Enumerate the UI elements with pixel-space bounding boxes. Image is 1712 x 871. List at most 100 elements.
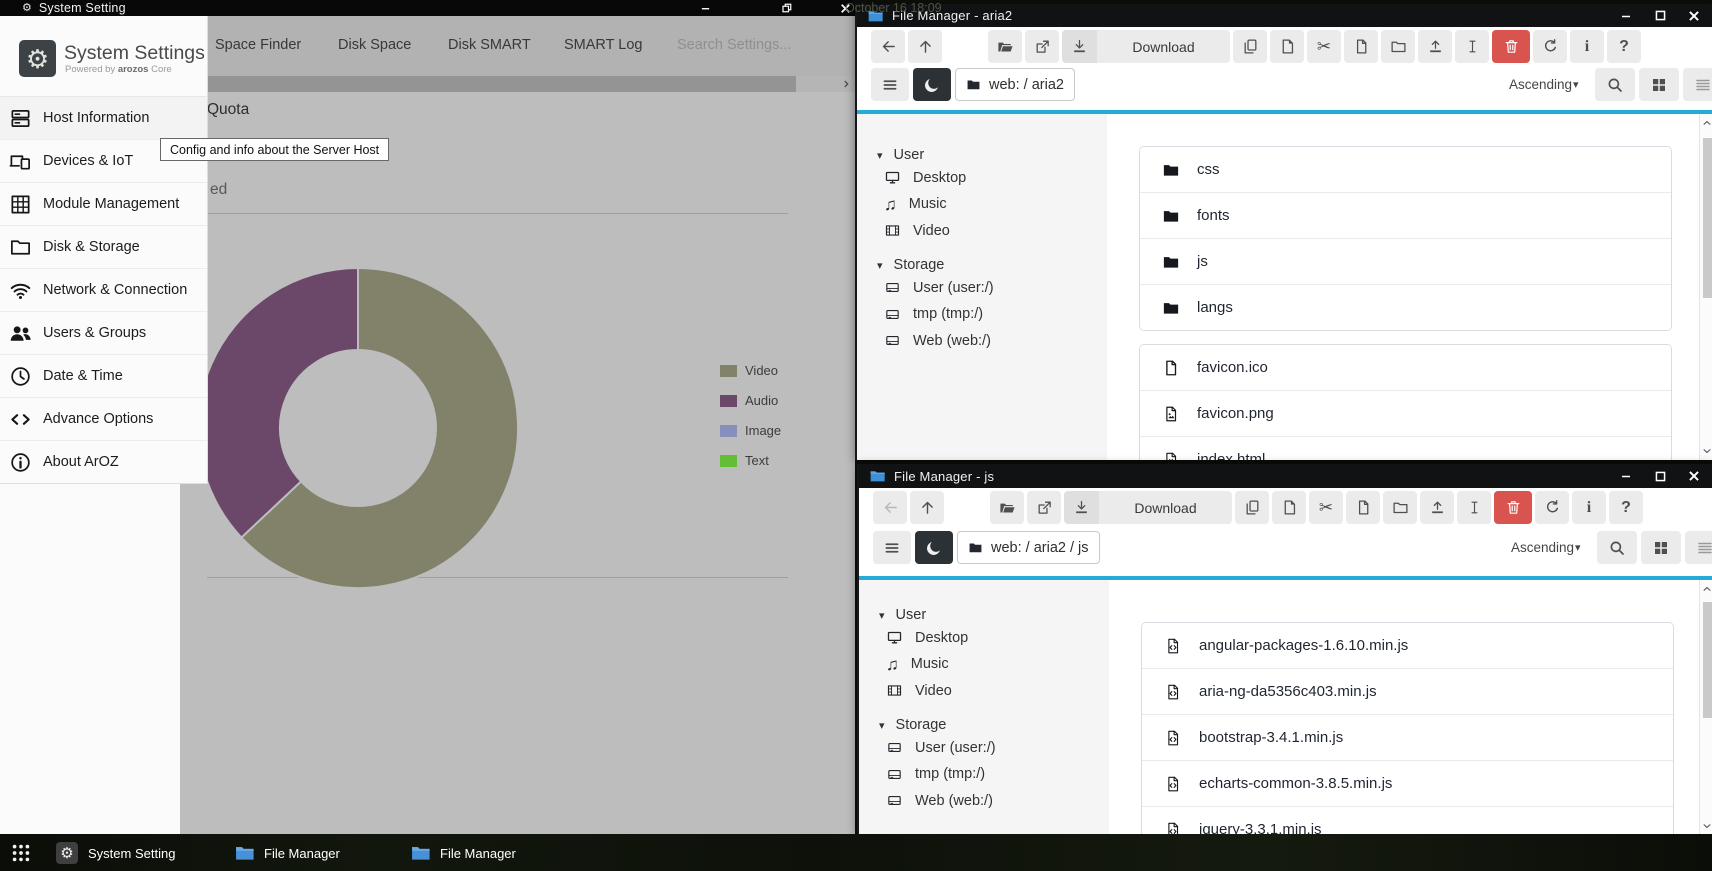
openfolder-button[interactable]: [990, 491, 1024, 524]
maximize-button[interactable]: [1646, 4, 1674, 27]
paste-button[interactable]: [1270, 30, 1304, 63]
openfolder-button[interactable]: [988, 30, 1022, 63]
file-row-bootstrap-3-4-1-min-js[interactable]: bootstrap-3.4.1.min.js: [1142, 715, 1673, 761]
close-icon[interactable]: [1680, 464, 1708, 488]
breadcrumb[interactable]: web: / aria2: [955, 68, 1075, 101]
trash-button[interactable]: [1494, 491, 1532, 524]
sidebar-item-date-time[interactable]: Date & Time: [0, 355, 207, 398]
upload-button[interactable]: [1418, 30, 1452, 63]
paste-button[interactable]: [1272, 491, 1306, 524]
legend-item-audio[interactable]: Audio: [720, 393, 778, 408]
close-icon[interactable]: [1680, 4, 1708, 27]
file-row-jquery-3-3-1-min-js[interactable]: jquery-3.3.1.min.js: [1142, 807, 1673, 835]
file-row-angular-packages-1-6-10-min-js[interactable]: angular-packages-1.6.10.min.js: [1142, 623, 1673, 669]
sidebar-item-host-information[interactable]: Host Information: [0, 97, 207, 140]
chevron-down-icon[interactable]: ▾: [1573, 78, 1579, 91]
legend-item-text[interactable]: Text: [720, 453, 769, 468]
titlebar[interactable]: File Manager - js: [859, 464, 1712, 488]
sidebar-item-module-management[interactable]: Module Management: [0, 183, 207, 226]
tab-space-finder[interactable]: Space Finder: [215, 37, 301, 53]
file-row-index-html[interactable]: index.html: [1140, 437, 1671, 460]
sidebar-item-about-aroz[interactable]: About ArOZ: [0, 441, 207, 483]
ibeam-button[interactable]: [1457, 491, 1491, 524]
breadcrumb[interactable]: web: / aria2 / js: [957, 531, 1100, 564]
back-button[interactable]: [871, 30, 905, 63]
trash-button[interactable]: [1492, 30, 1530, 63]
tree-item-web-web-[interactable]: Web (web:/): [884, 332, 991, 349]
file-row-langs[interactable]: langs: [1140, 285, 1671, 330]
tree-section-user[interactable]: ▾ User: [877, 147, 924, 163]
copy-button[interactable]: [1233, 30, 1267, 63]
back-button[interactable]: [873, 491, 907, 524]
restore-button[interactable]: [772, 0, 802, 16]
external-button[interactable]: [1025, 30, 1059, 63]
file-row-echarts-common-3-8-5-min-js[interactable]: echarts-common-3.8.5.min.js: [1142, 761, 1673, 807]
scrollbar-thumb[interactable]: [1703, 138, 1712, 298]
scroll-down-icon[interactable]: [1700, 444, 1712, 458]
cut-button[interactable]: ✂: [1307, 30, 1341, 63]
dark-mode-moon-button[interactable]: [913, 68, 951, 101]
sidebar-item-network-connection[interactable]: Network & Connection: [0, 269, 207, 312]
vertical-scrollbar[interactable]: [1699, 580, 1712, 835]
minimize-button[interactable]: [1612, 464, 1640, 488]
help-button[interactable]: ?: [1607, 30, 1641, 63]
sidebar-item-disk-storage[interactable]: Disk & Storage: [0, 226, 207, 269]
tree-item-desktop[interactable]: Desktop: [884, 169, 966, 186]
newfile-button[interactable]: [1344, 30, 1378, 63]
chevron-down-icon[interactable]: ▾: [1575, 541, 1581, 554]
tree-section-user[interactable]: ▾ User: [879, 607, 926, 623]
tree-item-tmp-tmp-[interactable]: tmp (tmp:/): [886, 766, 985, 783]
download-icon-button[interactable]: [1064, 491, 1099, 524]
taskbar-item-file-manager-1[interactable]: File Manager: [234, 835, 340, 871]
legend-item-video[interactable]: Video: [720, 363, 778, 378]
system-settings-titlebar[interactable]: ⚙ System Setting: [0, 0, 855, 16]
newfile-button[interactable]: [1346, 491, 1380, 524]
download-button[interactable]: Download: [1097, 30, 1230, 63]
tab-disk-smart[interactable]: Disk SMART: [448, 37, 531, 53]
taskbar-item-system-setting-0[interactable]: ⚙System Setting: [56, 835, 175, 871]
file-row-favicon-png[interactable]: favicon.png: [1140, 391, 1671, 437]
external-button[interactable]: [1027, 491, 1061, 524]
titlebar[interactable]: File Manager - aria2: [857, 4, 1712, 27]
sidebar-item-users-groups[interactable]: Users & Groups: [0, 312, 207, 355]
ibeam-button[interactable]: [1455, 30, 1489, 63]
tree-item-user-user-[interactable]: User (user:/): [884, 279, 994, 296]
maximize-button[interactable]: [1646, 464, 1674, 488]
refresh-button[interactable]: [1535, 491, 1569, 524]
tree-item-desktop[interactable]: Desktop: [886, 629, 968, 646]
cut-button[interactable]: ✂: [1309, 491, 1343, 524]
tree-item-music[interactable]: ♫Music: [884, 196, 947, 213]
grid-view-button[interactable]: [1641, 531, 1681, 564]
info-button[interactable]: i: [1570, 30, 1604, 63]
tree-item-web-web-[interactable]: Web (web:/): [886, 792, 993, 809]
donut-slice-audio[interactable]: [198, 268, 358, 538]
refresh-button[interactable]: [1533, 30, 1567, 63]
up-button[interactable]: [908, 30, 942, 63]
horizontal-scrollbar-thumb[interactable]: [180, 76, 796, 92]
newfolder-button[interactable]: [1383, 491, 1417, 524]
copy-button[interactable]: [1235, 491, 1269, 524]
file-row-favicon-ico[interactable]: favicon.ico: [1140, 345, 1671, 391]
tree-item-user-user-[interactable]: User (user:/): [886, 739, 996, 756]
tab-smart-log[interactable]: SMART Log: [564, 37, 642, 53]
file-row-fonts[interactable]: fonts: [1140, 193, 1671, 239]
tree-item-video[interactable]: Video: [886, 682, 952, 699]
hamburger-menu-button[interactable]: [873, 531, 911, 564]
tree-item-music[interactable]: ♫Music: [886, 656, 949, 673]
sidebar-item-advance-options[interactable]: Advance Options: [0, 398, 207, 441]
minimize-button[interactable]: [690, 0, 720, 16]
scroll-down-icon[interactable]: [1700, 819, 1712, 833]
tab-disk-space[interactable]: Disk Space: [338, 37, 411, 53]
sort-order-label[interactable]: Ascending: [1509, 77, 1572, 92]
file-row-aria-ng-da5356c403-min-js[interactable]: aria-ng-da5356c403.min.js: [1142, 669, 1673, 715]
search-button[interactable]: [1597, 531, 1637, 564]
taskbar-item-file-manager-2[interactable]: File Manager: [410, 835, 516, 871]
tree-section-storage[interactable]: ▾ Storage: [877, 257, 944, 273]
download-icon-button[interactable]: [1062, 30, 1097, 63]
hamburger-menu-button[interactable]: [871, 68, 909, 101]
info-button[interactable]: i: [1572, 491, 1606, 524]
scrollbar-thumb[interactable]: [1703, 602, 1712, 718]
list-view-button[interactable]: [1685, 531, 1712, 564]
upload-button[interactable]: [1420, 491, 1454, 524]
tree-item-tmp-tmp-[interactable]: tmp (tmp:/): [884, 306, 983, 323]
